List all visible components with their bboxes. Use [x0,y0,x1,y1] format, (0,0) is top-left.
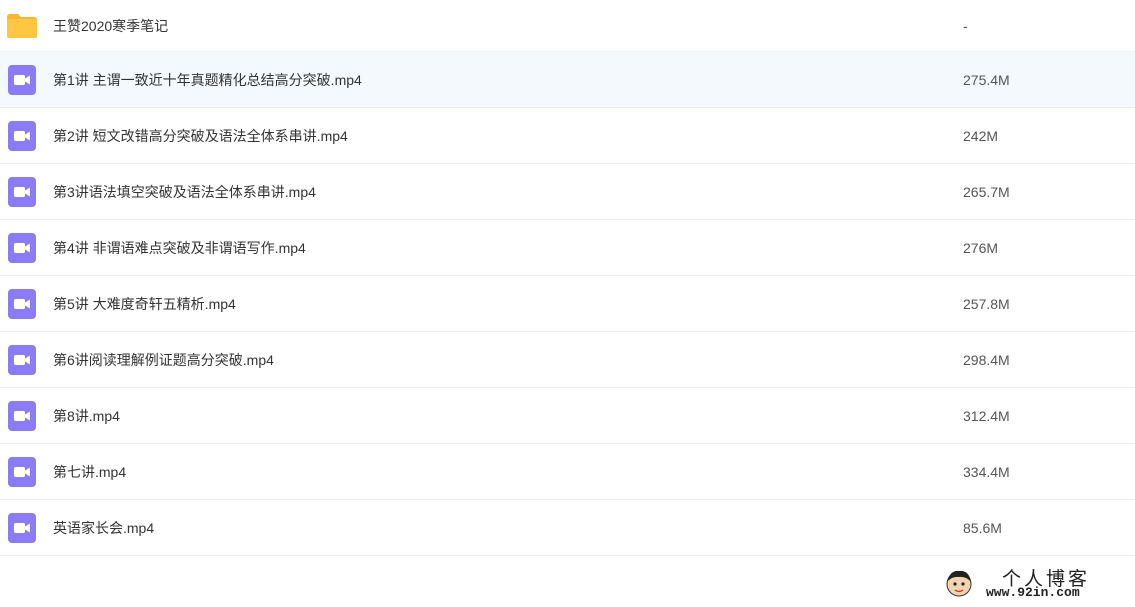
file-name[interactable]: 第5讲 大难度奇轩五精析.mp4 [53,294,236,314]
file-list: 王赞2020寒季笔记 - 第1讲 主谓一致近十年真题精化总结高分突破.mp4 2… [0,0,1135,556]
video-file-icon [8,176,36,207]
file-row[interactable]: 第4讲 非谓语难点突破及非谓语写作.mp4 276M [0,220,1135,276]
video-file-icon [8,232,36,263]
file-row[interactable]: 第5讲 大难度奇轩五精析.mp4 257.8M [0,276,1135,332]
file-size: 257.8M [963,295,1010,312]
video-file-icon [8,400,36,431]
file-size: 312.4M [963,407,1010,424]
file-name[interactable]: 第6讲阅读理解例证题高分突破.mp4 [53,350,274,370]
file-size: 242M [963,127,999,144]
video-file-icon [8,456,36,487]
blog-watermark: 个人博客 www.92in.com [940,562,1130,604]
folder-icon [6,13,38,39]
file-row[interactable]: 英语家长会.mp4 85.6M [0,500,1135,556]
file-name[interactable]: 第4讲 非谓语难点突破及非谓语写作.mp4 [53,238,306,258]
file-size: 298.4M [963,351,1010,368]
file-name[interactable]: 英语家长会.mp4 [53,518,154,538]
video-file-icon [8,288,36,319]
file-name[interactable]: 第8讲.mp4 [53,406,120,426]
file-name[interactable]: 第1讲 主谓一致近十年真题精化总结高分突破.mp4 [53,70,362,90]
file-row[interactable]: 第6讲阅读理解例证题高分突破.mp4 298.4M [0,332,1135,388]
file-row[interactable]: 第2讲 短文改错高分突破及语法全体系串讲.mp4 242M [0,108,1135,164]
file-size: 265.7M [963,183,1010,200]
file-name[interactable]: 第七讲.mp4 [53,462,126,482]
video-file-icon [8,512,36,543]
file-row[interactable]: 第1讲 主谓一致近十年真题精化总结高分突破.mp4 275.4M [0,52,1135,108]
file-name[interactable]: 王赞2020寒季笔记 [53,16,168,36]
file-row-folder[interactable]: 王赞2020寒季笔记 - [0,0,1135,52]
video-file-icon [8,120,36,151]
file-size: - [963,17,968,34]
video-file-icon [8,64,36,95]
file-row[interactable]: 第3讲语法填空突破及语法全体系串讲.mp4 265.7M [0,164,1135,220]
file-size: 276M [963,239,999,256]
file-size: 275.4M [963,71,1010,88]
cartoon-face-icon [944,568,974,598]
file-size: 334.4M [963,463,1010,480]
watermark-url: www.92in.com [986,585,1080,600]
file-row[interactable]: 第8讲.mp4 312.4M [0,388,1135,444]
file-size: 85.6M [963,519,1002,536]
file-name[interactable]: 第2讲 短文改错高分突破及语法全体系串讲.mp4 [53,126,348,146]
video-file-icon [8,344,36,375]
file-row[interactable]: 第七讲.mp4 334.4M [0,444,1135,500]
file-name[interactable]: 第3讲语法填空突破及语法全体系串讲.mp4 [53,182,316,202]
